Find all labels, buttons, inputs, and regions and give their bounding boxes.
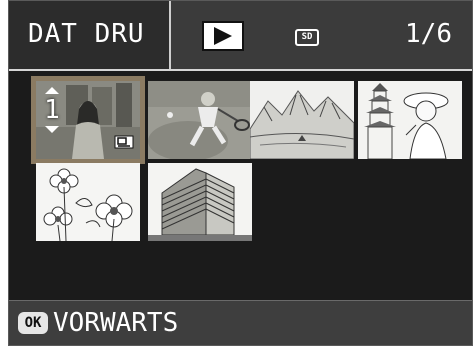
print-mark-icon <box>114 135 134 149</box>
copy-count: 1 <box>44 95 60 125</box>
thumbnail-woman-portrait[interactable]: 1 <box>31 76 145 164</box>
footer-bar: OK VORWARTS <box>9 300 472 345</box>
lcd-display: DAT DRU SD 1/6 1 OK VORWARTS <box>8 0 473 346</box>
play-icon <box>202 21 244 51</box>
thumbnail-mountain-landscape[interactable] <box>250 81 354 159</box>
thumbnail-woman-with-pagoda[interactable] <box>358 81 462 159</box>
action-label: VORWARTS <box>53 308 179 338</box>
copy-count-selector[interactable]: 1 <box>42 87 62 137</box>
decrement-arrow-icon[interactable] <box>45 126 59 133</box>
header-bar: DAT DRU SD 1/6 <box>9 1 472 71</box>
camera-screen: DAT DRU SD 1/6 1 OK VORWARTS <box>0 0 475 360</box>
page-counter: 1/6 <box>405 19 452 49</box>
thumbnail-tennis-player[interactable] <box>148 81 252 159</box>
title-box: DAT DRU <box>9 1 171 69</box>
thumbnail-flowers[interactable] <box>36 163 140 241</box>
increment-arrow-icon[interactable] <box>45 87 59 94</box>
thumbnail-apartment-building[interactable] <box>148 163 252 241</box>
ok-button-icon[interactable]: OK <box>18 312 48 334</box>
screen-title: DAT DRU <box>28 19 145 49</box>
thumbnail-grid: 1 <box>9 71 472 301</box>
sd-card-icon: SD <box>295 29 319 46</box>
